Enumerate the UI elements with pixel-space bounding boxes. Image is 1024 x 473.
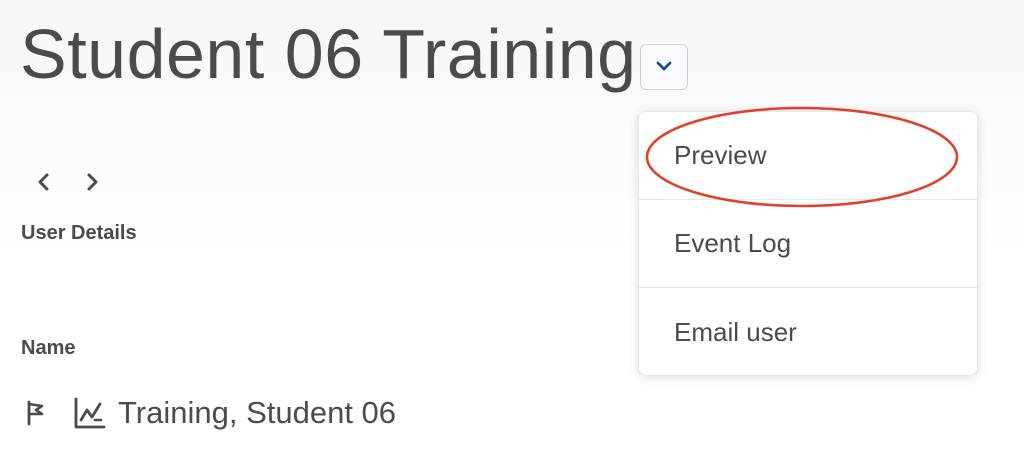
- chart-icon[interactable]: [72, 395, 108, 431]
- title-options-button[interactable]: [640, 44, 688, 90]
- user-name-link[interactable]: Training, Student 06: [118, 395, 396, 431]
- chevron-left-icon: [36, 172, 50, 197]
- chevron-right-icon: [86, 172, 100, 197]
- name-field-value-row: Training, Student 06: [24, 392, 396, 434]
- previous-button[interactable]: [32, 170, 54, 198]
- section-title: User Details: [21, 222, 137, 244]
- actions-dropdown-menu: Preview Event Log Email user: [638, 111, 978, 376]
- menu-item-preview[interactable]: Preview: [639, 112, 977, 200]
- flag-icon[interactable]: [24, 398, 48, 428]
- record-navigation: [32, 170, 104, 198]
- menu-item-event-log[interactable]: Event Log: [639, 200, 977, 288]
- chevron-down-icon: [656, 58, 672, 76]
- next-button[interactable]: [82, 170, 104, 198]
- menu-item-email-user[interactable]: Email user: [639, 288, 977, 375]
- name-field-label: Name: [21, 337, 76, 359]
- page-title: Student 06 Training: [20, 15, 637, 93]
